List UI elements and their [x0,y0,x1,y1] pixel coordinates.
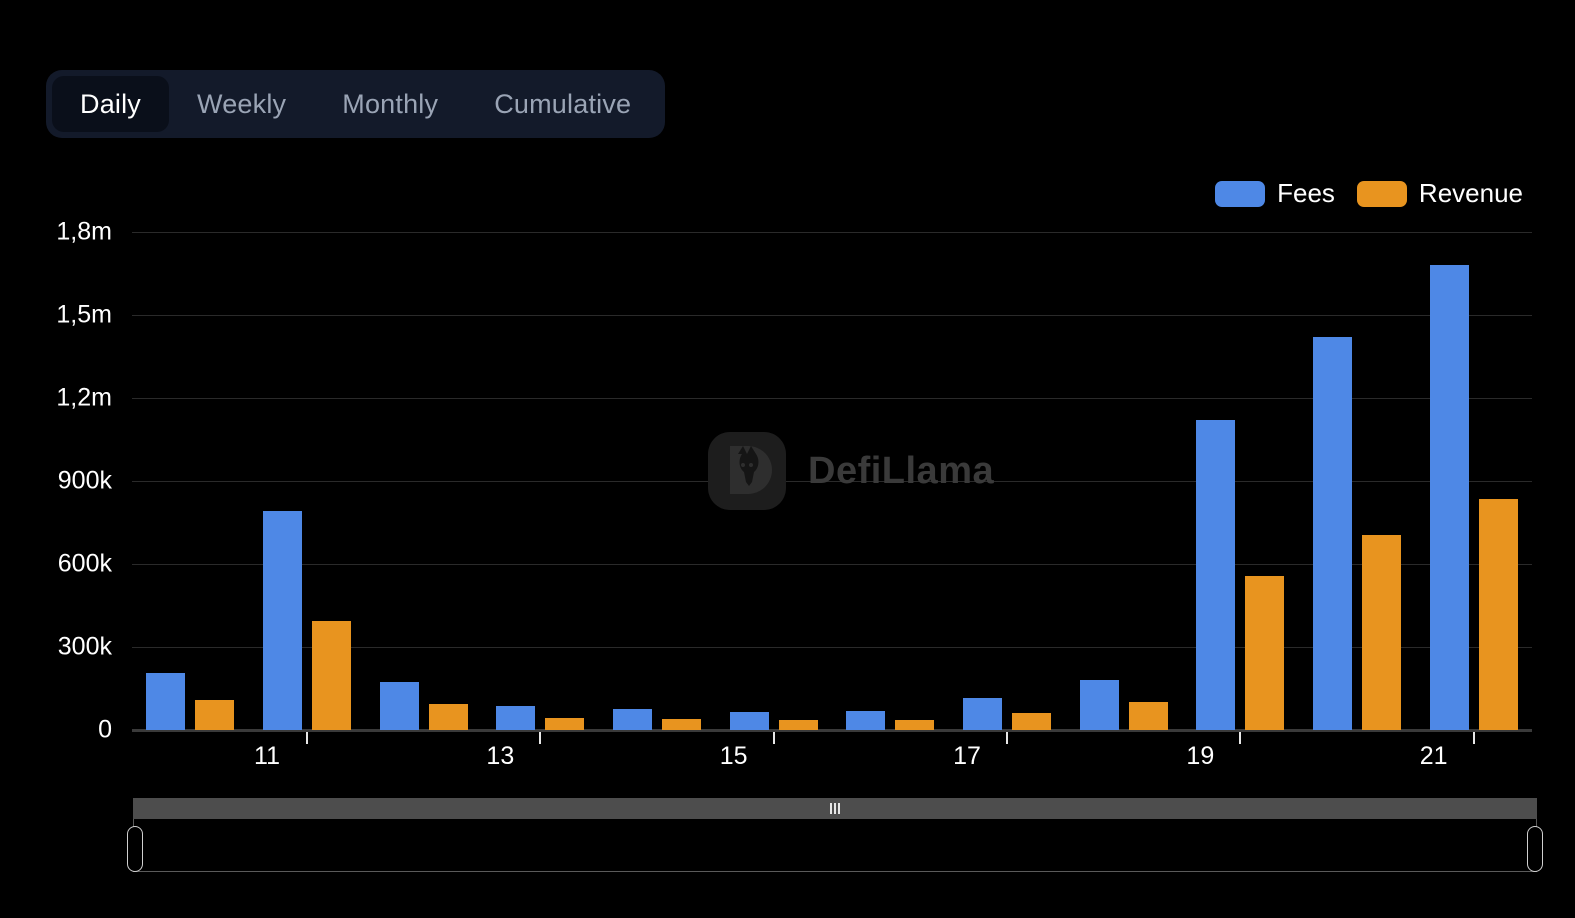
bar-revenue-19[interactable] [1245,576,1285,730]
bar-revenue-21[interactable] [1478,498,1518,730]
datazoom-track[interactable] [133,798,1537,819]
bar-revenue-13[interactable] [545,717,585,730]
bar-revenue-18[interactable] [1128,702,1168,730]
datazoom-preview-frame [133,819,1537,872]
bar-fees-21[interactable] [1429,265,1469,730]
bar-revenue-16[interactable] [895,719,935,730]
bar-revenue-17[interactable] [1012,712,1051,730]
bar-revenue-12[interactable] [428,703,468,730]
bar-fees-10[interactable] [146,673,186,730]
bar-revenue-15[interactable] [778,720,818,730]
drag-grip-icon[interactable] [830,803,840,814]
bar-revenue-20[interactable] [1362,534,1401,730]
bar-fees-19[interactable] [1196,420,1236,730]
bar-fees-15[interactable] [729,712,769,730]
bar-revenue-14[interactable] [662,718,701,730]
bar-fees-18[interactable] [1079,680,1119,730]
bar-fees-14[interactable] [613,709,652,730]
bar-fees-12[interactable] [379,681,419,730]
bar-fees-11[interactable] [263,511,302,730]
chart-bars [0,0,1575,918]
datazoom-handle-left[interactable] [127,826,143,872]
bar-revenue-10[interactable] [195,699,235,730]
bar-revenue-11[interactable] [312,620,351,730]
datazoom-handle-right[interactable] [1527,826,1543,872]
bar-fees-13[interactable] [496,706,536,730]
bar-fees-16[interactable] [846,710,886,730]
chart-datazoom-slider[interactable] [127,798,1543,872]
bar-fees-17[interactable] [963,698,1002,730]
fees-revenue-bar-chart[interactable]: 1,8m 1,5m 1,2m 900k 600k 300k 0 11 13 15 17 19 21 [0,0,1575,918]
bar-fees-20[interactable] [1313,337,1352,730]
